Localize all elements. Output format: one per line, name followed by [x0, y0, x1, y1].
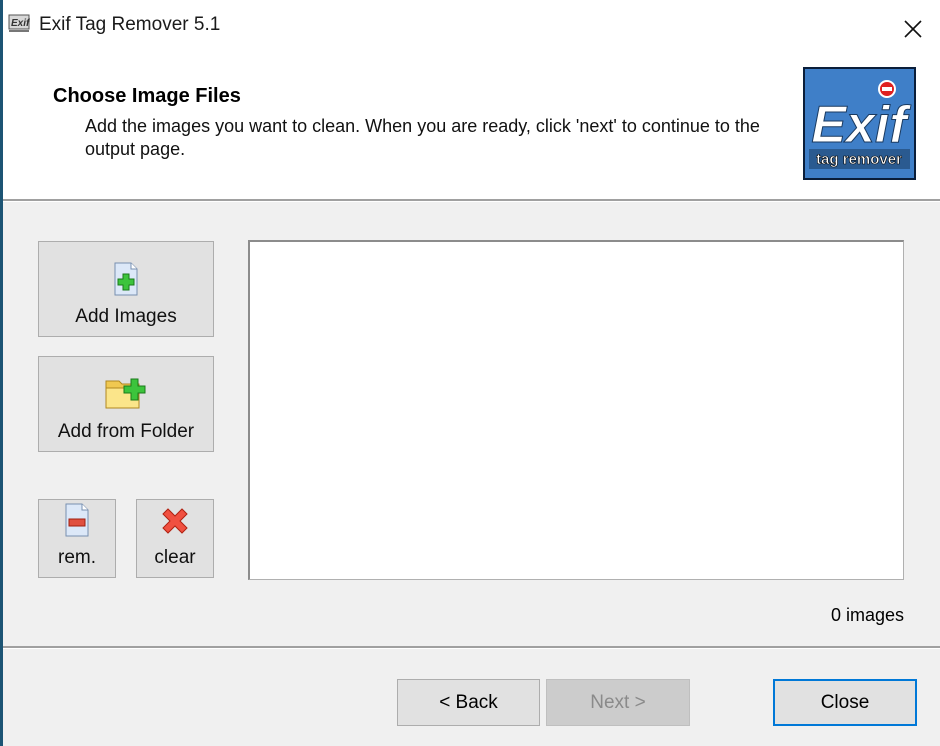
- wizard-header: Choose Image Files Add the images you wa…: [3, 58, 940, 199]
- clear-x-icon: [159, 505, 191, 543]
- footer-separator: [3, 646, 940, 649]
- exif-logo: Exif tag remover: [803, 67, 916, 180]
- image-count: 0 images: [830, 605, 904, 625]
- image-file-list[interactable]: [248, 240, 904, 580]
- svg-text:tag remover: tag remover: [816, 151, 902, 168]
- add-from-folder-button[interactable]: Add from Folder: [38, 356, 214, 452]
- exif-app-icon: Exif: [8, 13, 31, 33]
- clear-button[interactable]: clear: [136, 499, 214, 578]
- header-separator: [3, 199, 940, 202]
- next-button[interactable]: Next >: [546, 679, 690, 726]
- page-description: Add the images you want to clean. When y…: [85, 116, 760, 159]
- add-folder-icon: [103, 375, 149, 417]
- remove-file-icon: [64, 503, 90, 543]
- svg-text:Exif: Exif: [11, 18, 30, 29]
- add-images-label: Add Images: [75, 306, 177, 327]
- add-file-icon: [113, 262, 139, 302]
- close-button[interactable]: Close: [773, 679, 917, 726]
- title-bar: Exif Exif Tag Remover 5.1: [3, 0, 940, 58]
- window-title: Exif Tag Remover 5.1: [39, 14, 221, 35]
- remove-label: rem.: [58, 547, 96, 568]
- page-title: Choose Image Files: [53, 85, 241, 107]
- close-icon[interactable]: [886, 0, 940, 58]
- svg-text:Exif: Exif: [811, 96, 911, 154]
- back-button[interactable]: < Back: [397, 679, 540, 726]
- remove-button[interactable]: rem.: [38, 499, 116, 578]
- add-images-button[interactable]: Add Images: [38, 241, 214, 337]
- add-from-folder-label: Add from Folder: [57, 421, 195, 442]
- clear-label: clear: [154, 547, 196, 568]
